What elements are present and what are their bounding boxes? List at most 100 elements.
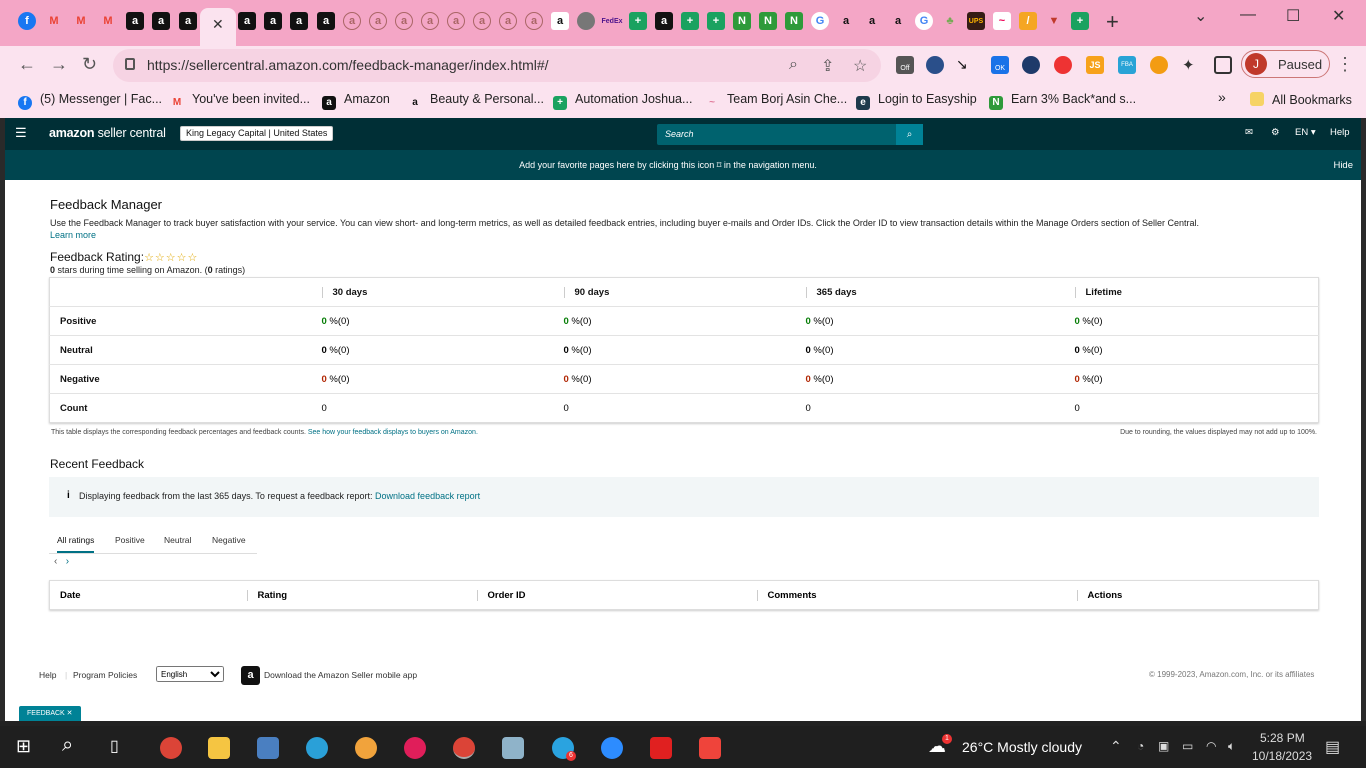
acrobat-icon[interactable] <box>650 737 672 759</box>
hamburger-menu-icon[interactable]: ☰ <box>15 125 27 141</box>
tab-search-chevron-icon[interactable]: ⌄ <box>1194 6 1207 26</box>
learn-more-link[interactable]: Learn more <box>50 230 96 240</box>
amazon-app-icon[interactable]: a <box>241 666 260 685</box>
address-bar[interactable]: https://sellercentral.amazon.com/feedbac… <box>113 49 881 82</box>
tab-amazon-icon[interactable]: a <box>152 12 170 30</box>
language-selector[interactable]: EN ▾ <box>1295 127 1316 138</box>
tab-neutral[interactable]: Neutral <box>164 535 191 545</box>
bookmark-automation[interactable]: + Automation Joshua... <box>553 92 692 110</box>
tab-amazon-circle-icon[interactable]: a <box>525 12 543 30</box>
mobile-app-link[interactable]: Download the Amazon Seller mobile app <box>264 670 417 680</box>
tab-sheets-icon[interactable]: + <box>1071 12 1089 30</box>
tab-amazon-circle-icon[interactable]: a <box>343 12 361 30</box>
column-header[interactable]: Date <box>50 581 237 610</box>
tab-fedex-icon[interactable]: FedEx <box>602 12 623 30</box>
gear-icon[interactable]: ⚙ <box>1271 127 1280 138</box>
feedback-display-link[interactable]: See how your feedback displays to buyers… <box>308 429 478 436</box>
tab-gmail-icon[interactable]: M <box>72 12 90 30</box>
tab-amazon-circle-icon[interactable]: a <box>889 12 907 30</box>
tray-chevron-icon[interactable]: ⌃ <box>1110 738 1122 755</box>
column-header[interactable]: Order ID <box>467 581 747 610</box>
bookmark-gmail-invite[interactable]: M You've been invited... <box>170 92 310 110</box>
more-bookmarks-button[interactable]: » <box>1218 89 1226 105</box>
tab-amazon-circle-icon[interactable]: a <box>447 12 465 30</box>
tab-amazon-icon[interactable]: a <box>179 12 197 30</box>
clock-date[interactable]: 10/18/2023 <box>1252 749 1312 763</box>
windows-start-icon[interactable]: ⊞ <box>16 736 31 757</box>
hide-button[interactable]: Hide <box>1333 160 1353 171</box>
extension-arrow-icon[interactable]: ↘ <box>956 56 974 74</box>
tab-amazon-circle-icon[interactable]: a <box>369 12 387 30</box>
tab-amazon-circle-icon[interactable]: a <box>421 12 439 30</box>
search-icon[interactable]: ⌕ <box>896 124 923 145</box>
zoom-icon[interactable]: ⌕ <box>789 56 798 74</box>
search-box[interactable]: Search ⌕ <box>657 124 923 145</box>
tab-sheets-icon[interactable]: + <box>707 12 725 30</box>
tab-amazon-circle-icon[interactable]: a <box>473 12 491 30</box>
extension-circle-icon[interactable] <box>1150 56 1168 74</box>
maximize-button[interactable]: ☐ <box>1286 6 1300 26</box>
share-icon[interactable]: ⇪ <box>821 56 834 76</box>
tab-rakuten-icon[interactable]: N <box>733 12 751 30</box>
tab-amazon-icon[interactable]: a <box>551 12 569 30</box>
wifi-icon[interactable]: ◠ <box>1206 739 1216 753</box>
bookmark-team-borj[interactable]: ~ Team Borj Asin Che... <box>705 92 847 110</box>
tab-gmail-icon[interactable]: M <box>99 12 117 30</box>
tray-phone-icon[interactable]: ▣ <box>1158 739 1169 753</box>
file-explorer-icon[interactable] <box>208 737 230 759</box>
task-view-icon[interactable]: ▯ <box>110 736 119 756</box>
extension-ok-icon[interactable]: OK <box>991 56 1009 74</box>
search-input[interactable]: Search <box>665 129 694 139</box>
anydesk-icon[interactable] <box>699 737 721 759</box>
tab-rakuten-icon[interactable]: N <box>785 12 803 30</box>
tab-pineapple-icon[interactable]: ♣ <box>941 12 959 30</box>
close-icon[interactable]: ✕ <box>212 16 224 33</box>
notifications-icon[interactable]: ▤ <box>1325 737 1340 757</box>
weather-status[interactable]: 26°C Mostly cloudy <box>962 739 1082 755</box>
reload-button[interactable]: ↻ <box>82 54 97 75</box>
vpn-icon[interactable] <box>355 737 377 759</box>
network-app-icon[interactable] <box>257 737 279 759</box>
notes-app-icon[interactable] <box>502 737 524 759</box>
extension-js-icon[interactable]: JS <box>1086 56 1104 74</box>
forward-button[interactable]: → <box>50 54 68 75</box>
chrome-icon[interactable] <box>160 737 182 759</box>
zoom-icon[interactable] <box>601 737 623 759</box>
feedback-badge-button[interactable]: FEEDBACK ✕ <box>19 706 81 721</box>
bookmark-beauty[interactable]: a Beauty & Personal... <box>408 92 544 110</box>
edge-icon[interactable] <box>306 737 328 759</box>
volume-icon[interactable]: 🔈︎ <box>1228 739 1235 754</box>
download-report-link[interactable]: Download feedback report <box>375 491 480 501</box>
bookmark-amazon[interactable]: a Amazon <box>322 92 390 110</box>
bookmark-messenger[interactable]: f (5) Messenger | Fac... <box>18 92 162 110</box>
tab-amazon-icon[interactable]: a <box>126 12 144 30</box>
bookmark-star-icon[interactable]: ☆ <box>853 56 867 76</box>
battery-icon[interactable]: ▭ <box>1182 739 1193 753</box>
tab-positive[interactable]: Positive <box>115 535 145 545</box>
mail-icon[interactable]: ✉ <box>1245 127 1253 138</box>
active-tab[interactable]: ✕ <box>200 8 236 46</box>
tab-amazon-circle-icon[interactable]: a <box>395 12 413 30</box>
tab-amazon-circle-icon[interactable]: a <box>837 12 855 30</box>
profile-button[interactable]: J Paused <box>1241 50 1330 78</box>
extensions-puzzle-icon[interactable]: ✦ <box>1182 56 1200 74</box>
tray-app-icon[interactable]: ◔ <box>1137 739 1144 753</box>
help-link[interactable]: Help <box>1330 127 1350 138</box>
column-header[interactable]: Actions <box>1067 581 1319 610</box>
tab-amazon-icon[interactable]: a <box>238 12 256 30</box>
tab-amazon-circle-icon[interactable]: a <box>499 12 517 30</box>
extension-chart-icon[interactable] <box>1022 56 1040 74</box>
tab-amazon-icon[interactable]: a <box>264 12 282 30</box>
footer-help-link[interactable]: Help <box>39 670 56 680</box>
tab-all-ratings[interactable]: All ratings <box>57 535 95 553</box>
tab-amazon-circle-icon[interactable]: a <box>863 12 881 30</box>
menu-kebab-icon[interactable]: ⋮ <box>1336 54 1354 75</box>
language-select[interactable]: English <box>156 666 224 682</box>
tab-google-icon[interactable]: G <box>915 12 933 30</box>
tab-amazon-icon[interactable]: a <box>655 12 673 30</box>
tab-ups-icon[interactable]: UPS <box>967 12 985 30</box>
tab-sheets-icon[interactable]: + <box>681 12 699 30</box>
tab-google-icon[interactable]: G <box>811 12 829 30</box>
back-button[interactable]: ← <box>18 54 36 75</box>
account-switcher[interactable]: King Legacy Capital | United States <box>180 126 334 141</box>
